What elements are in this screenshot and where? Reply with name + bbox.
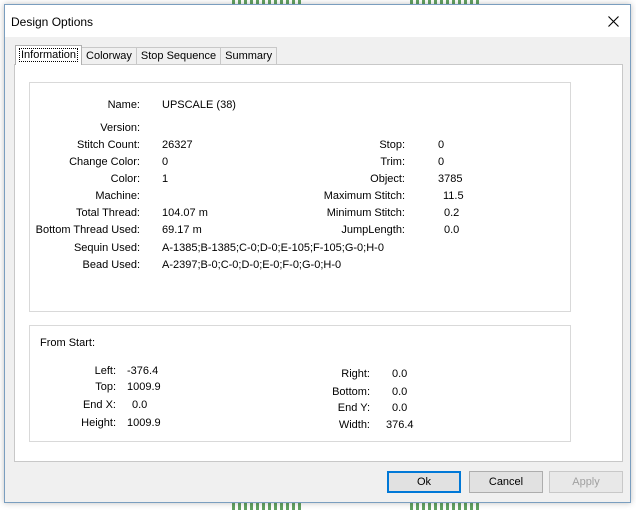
stitch-count-label: Stitch Count: (77, 139, 140, 151)
color-label: Color: (110, 173, 140, 185)
jump-length-value: 0.0 (444, 224, 460, 236)
bottom-thread-value: 69.17 m (162, 224, 202, 236)
total-thread-label: Total Thread: (75, 207, 140, 219)
tab-label: Information (18, 48, 79, 62)
machine-label: Machine: (95, 190, 140, 202)
end-y-value: 0.0 (392, 402, 408, 414)
total-thread-value: 104.07 m (162, 207, 208, 219)
tab-information[interactable]: Information (15, 45, 83, 65)
stop-value: 0 (438, 139, 445, 151)
height-label: Height: (81, 417, 116, 429)
ok-button[interactable]: Ok (387, 471, 461, 493)
tab-strip: Information Colorway Stop Sequence Summa… (15, 45, 278, 65)
minimum-stitch-label: Minimum Stitch: (326, 207, 405, 219)
tab-label: Colorway (86, 50, 132, 62)
right-label: Right: (341, 368, 370, 380)
stitch-count-value: 26327 (162, 139, 193, 151)
object-value: 3785 (438, 173, 463, 185)
trim-value: 0 (438, 156, 445, 168)
change-color-value: 0 (162, 156, 169, 168)
tab-stop-sequence[interactable]: Stop Sequence (136, 47, 222, 65)
bottom-label: Bottom: (332, 386, 370, 398)
maximum-stitch-label: Maximum Stitch: (323, 190, 405, 202)
minimum-stitch-value: 0.2 (444, 207, 460, 219)
top-label: Top: (95, 381, 116, 393)
close-icon (607, 15, 619, 27)
stop-label: Stop: (379, 139, 405, 151)
sequin-used-label: Sequin Used: (73, 242, 140, 254)
design-info-group: Name: UPSCALE (38) Version: Stitch Count… (29, 82, 571, 312)
width-label: Width: (338, 419, 370, 431)
bead-used-value: A-2397;B-0;C-0;D-0;E-0;F-0;G-0;H-0 (162, 259, 342, 271)
height-value: 1009.9 (127, 417, 161, 429)
dialog-title: Design Options (11, 15, 94, 29)
cancel-button[interactable]: Cancel (469, 471, 543, 493)
version-label: Version: (100, 122, 140, 134)
end-y-label: End Y: (337, 402, 370, 414)
name-value: UPSCALE (38) (162, 99, 236, 111)
tab-colorway[interactable]: Colorway (82, 47, 137, 65)
maximum-stitch-value: 11.5 (443, 190, 464, 202)
bead-used-label: Bead Used: (82, 259, 140, 271)
close-button[interactable] (596, 5, 630, 37)
right-value: 0.0 (392, 368, 408, 380)
tab-label: Summary (225, 50, 273, 62)
top-value: 1009.9 (127, 381, 161, 393)
left-value: -376.4 (127, 365, 159, 377)
tab-summary[interactable]: Summary (221, 47, 278, 65)
from-start-heading: From Start: (40, 337, 96, 349)
jump-length-label: JumpLength: (341, 224, 405, 236)
name-label: Name: (107, 99, 140, 111)
color-value: 1 (162, 173, 169, 185)
from-start-group: From Start: Left: -376.4 Top: 1009.9 End… (29, 325, 571, 442)
width-value: 376.4 (386, 419, 414, 431)
trim-label: Trim: (380, 156, 405, 168)
information-tab-page: Name: UPSCALE (38) Version: Stitch Count… (14, 64, 623, 462)
bottom-value: 0.0 (392, 386, 408, 398)
title-bar[interactable]: Design Options (5, 5, 630, 37)
end-x-label: End X: (82, 399, 116, 411)
apply-button[interactable]: Apply (549, 471, 623, 493)
tab-label: Stop Sequence (140, 50, 217, 62)
bottom-thread-label: Bottom Thread Used: (35, 224, 140, 236)
left-label: Left: (94, 365, 116, 377)
sequin-used-value: A-1385;B-1385;C-0;D-0;E-105;F-105;G-0;H-… (162, 242, 384, 254)
object-label: Object: (370, 173, 405, 185)
end-x-value: 0.0 (132, 399, 148, 411)
design-options-dialog: Design Options Information Colorway Stop… (4, 4, 631, 503)
change-color-label: Change Color: (69, 156, 140, 168)
